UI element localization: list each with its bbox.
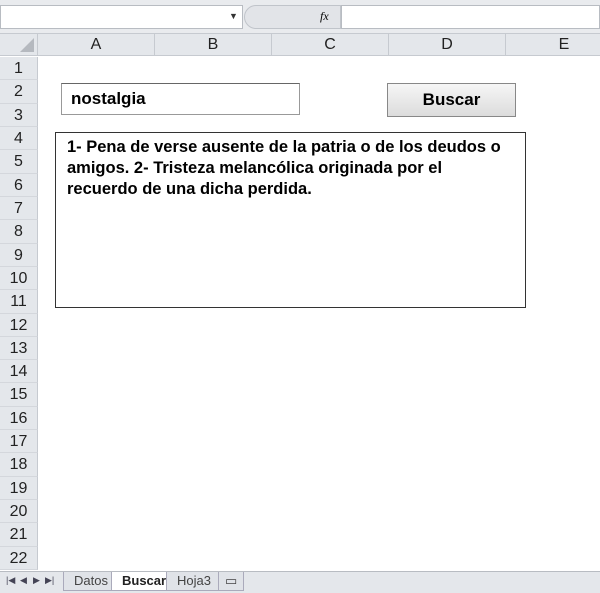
row-header-13[interactable]: 13 <box>0 336 38 361</box>
row-header-19[interactable]: 19 <box>0 476 38 501</box>
row-header-3[interactable]: 3 <box>0 103 38 127</box>
formula-input[interactable] <box>341 5 600 29</box>
row-header-15[interactable]: 15 <box>0 383 38 407</box>
row-header-16[interactable]: 16 <box>0 406 38 431</box>
formula-bar-area: ▼ fx <box>0 0 600 34</box>
select-all-button[interactable] <box>0 34 38 56</box>
row-header-11[interactable]: 11 <box>0 290 38 314</box>
column-header-C[interactable]: C <box>272 34 389 56</box>
search-input[interactable]: nostalgia <box>61 83 300 115</box>
name-box[interactable] <box>0 5 243 29</box>
column-header-E[interactable]: E <box>506 34 600 56</box>
definition-textbox: 1- Pena de verse ausente de la patria o … <box>55 132 526 308</box>
insert-sheet-icon[interactable]: ▭ <box>218 572 245 591</box>
column-header-D[interactable]: D <box>389 34 506 56</box>
row-header-8[interactable]: 8 <box>0 220 38 244</box>
row-header-4[interactable]: 4 <box>0 126 38 151</box>
column-header-B[interactable]: B <box>155 34 272 56</box>
row-header-5[interactable]: 5 <box>0 150 38 174</box>
row-header-10[interactable]: 10 <box>0 266 38 291</box>
row-header-7[interactable]: 7 <box>0 196 38 221</box>
row-header-9[interactable]: 9 <box>0 243 38 267</box>
name-box-dropdown-icon[interactable]: ▼ <box>229 11 238 21</box>
tab-hoja3[interactable]: Hoja3 <box>166 572 222 591</box>
row-header-14[interactable]: 14 <box>0 360 38 384</box>
next-sheet-icon[interactable]: ▶ <box>33 575 40 586</box>
row-header-18[interactable]: 18 <box>0 453 38 477</box>
buscar-button[interactable]: Buscar <box>387 83 516 117</box>
row-header-20[interactable]: 20 <box>0 500 38 524</box>
prev-sheet-icon[interactable]: ◀ <box>20 575 27 586</box>
last-sheet-icon[interactable]: ▶| <box>45 575 54 586</box>
sheet-tab-bar: |◀ ◀ ▶ ▶| Datos Buscar Hoja3 ▭ <box>0 571 600 593</box>
row-header-17[interactable]: 17 <box>0 430 38 454</box>
first-sheet-icon[interactable]: |◀ <box>6 575 15 586</box>
column-header-A[interactable]: A <box>38 34 155 56</box>
row-header-1[interactable]: 1 <box>0 57 38 81</box>
row-header-21[interactable]: 21 <box>0 523 38 547</box>
row-header-6[interactable]: 6 <box>0 173 38 197</box>
insert-function-icon[interactable]: fx <box>320 9 329 24</box>
row-header-2[interactable]: 2 <box>0 80 38 104</box>
row-header-22[interactable]: 22 <box>0 546 38 571</box>
row-header-12[interactable]: 12 <box>0 313 38 337</box>
